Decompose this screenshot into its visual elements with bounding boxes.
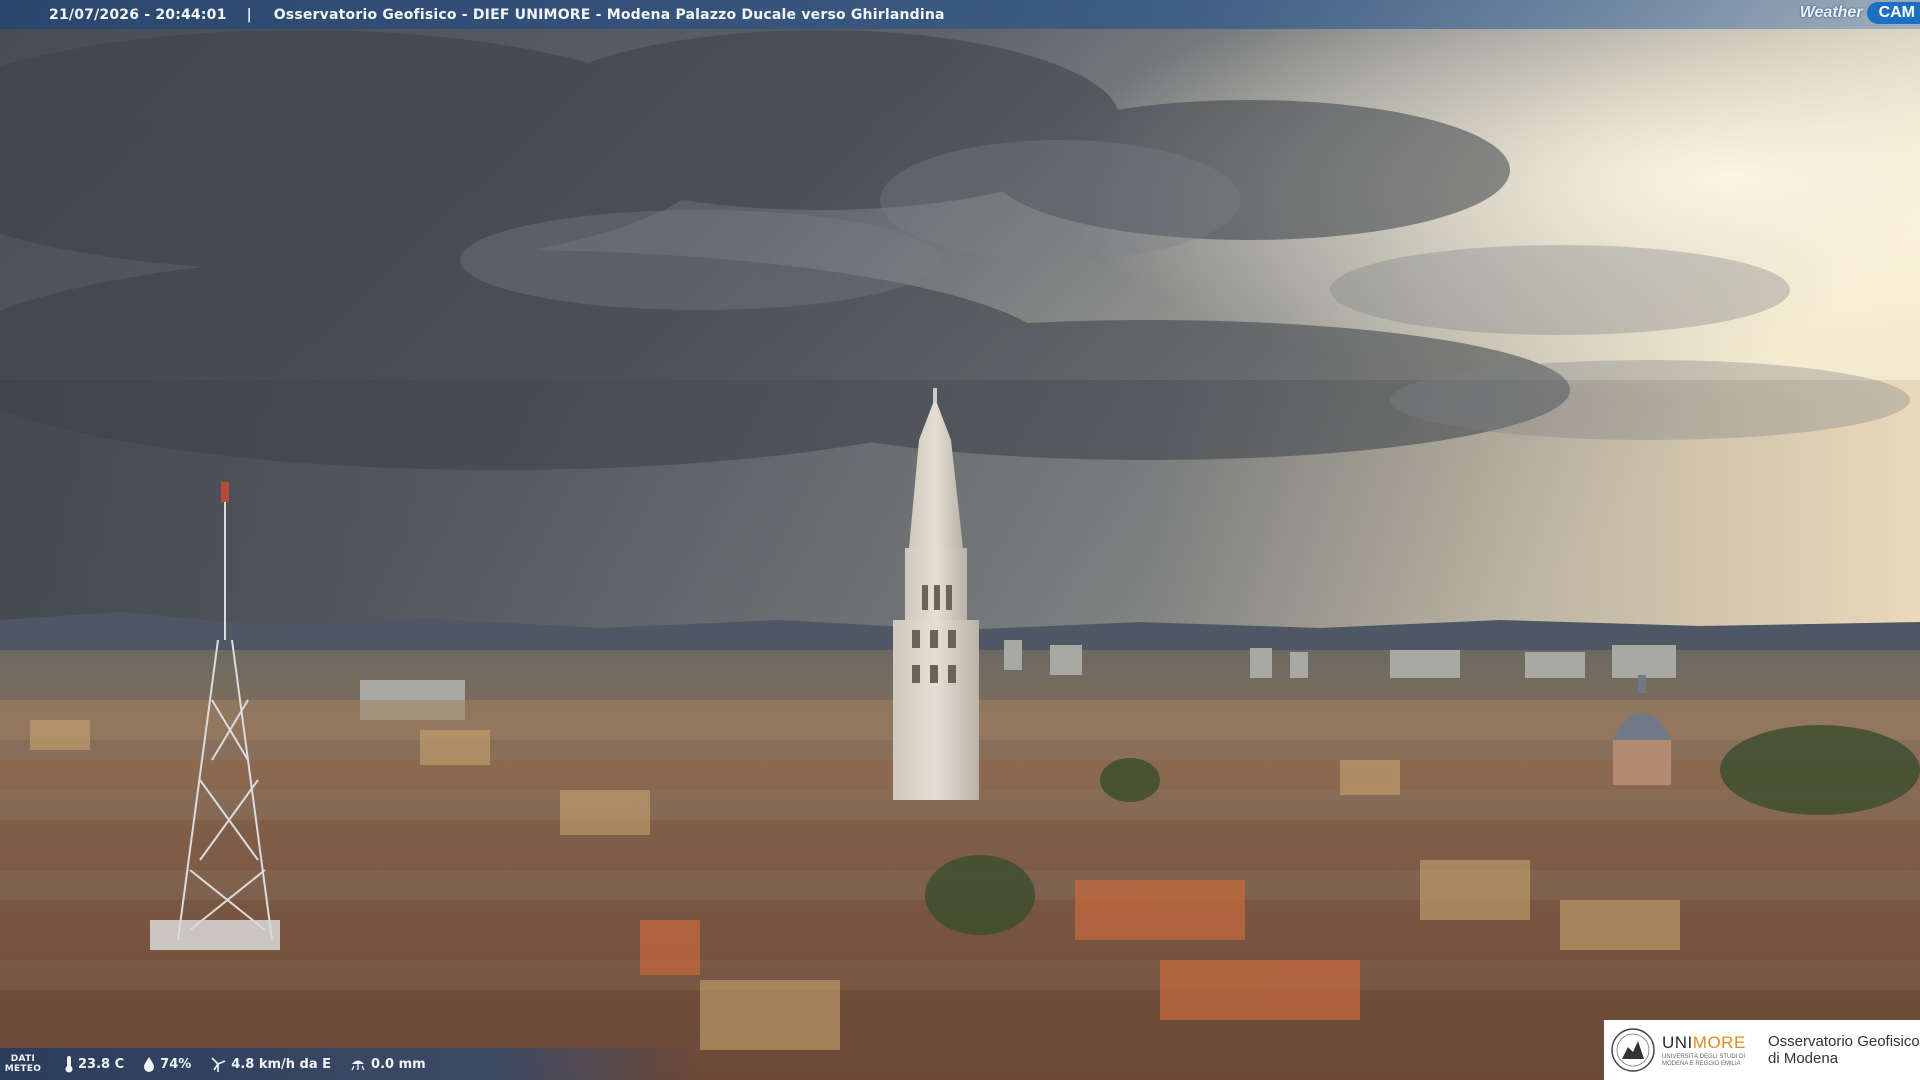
unimore-logo: UNIMORE UNIVERSITÀ DEGLI STUDI DI MODENA… [1604, 1020, 1920, 1080]
weather-label-line1: DATI [10, 1054, 36, 1064]
rain-icon [351, 1060, 365, 1071]
wind-value: 4.8 km/h da E [231, 1056, 332, 1072]
rain-value: 0.0 mm [371, 1056, 426, 1072]
temperature-reading: 23.8 C [64, 1055, 124, 1073]
timestamp: 21/07/2026 - 20:44:01 [49, 6, 227, 23]
thermometer-icon [65, 1056, 73, 1073]
observatory-name-line1: Osservatorio Geofisico [1768, 1033, 1920, 1050]
university-name-suffix: MORE [1692, 1032, 1746, 1052]
humidity-value: 74% [160, 1056, 192, 1072]
humidity-reading: 74% [142, 1056, 191, 1072]
weathercam-logo-weather: Weather [1799, 4, 1863, 21]
droplet-icon [144, 1057, 155, 1072]
observatory-name: Osservatorio Geofisico di Modena [1768, 1033, 1920, 1067]
university-name: UNIMORE [1662, 1033, 1754, 1053]
weathercam-logo: Weather CAM [1800, 0, 1920, 26]
weather-label-line2: METEO [4, 1064, 42, 1074]
observatory-name-line2: di Modena [1768, 1050, 1839, 1067]
university-subtitle: UNIVERSITÀ DEGLI STUDI DI MODENA E REGGI… [1662, 1053, 1746, 1067]
separator: | [246, 6, 252, 23]
university-name-prefix: UNI [1662, 1032, 1693, 1052]
wind-turbine-icon [211, 1057, 226, 1072]
wind-reading: 4.8 km/h da E [209, 1055, 331, 1073]
webcam-caption: Osservatorio Geofisico - DIEF UNIMORE - … [273, 6, 945, 23]
weather-bar: DATI METEO 23.8 C 74% 4.8 km/h da E 0.0 … [0, 1048, 700, 1080]
university-name-block: UNIMORE UNIVERSITÀ DEGLI STUDI DI MODENA… [1662, 1033, 1754, 1068]
header-bar: 21/07/2026 - 20:44:01 | Osservatorio Geo… [0, 0, 1920, 29]
university-seal-icon [1611, 1028, 1655, 1072]
weathercam-logo-cam: CAM [1866, 2, 1920, 24]
temperature-value: 23.8 C [78, 1056, 125, 1072]
weather-label: DATI METEO [0, 1054, 46, 1074]
webcam-scene [0, 0, 1920, 1080]
rain-reading: 0.0 mm [349, 1056, 426, 1072]
